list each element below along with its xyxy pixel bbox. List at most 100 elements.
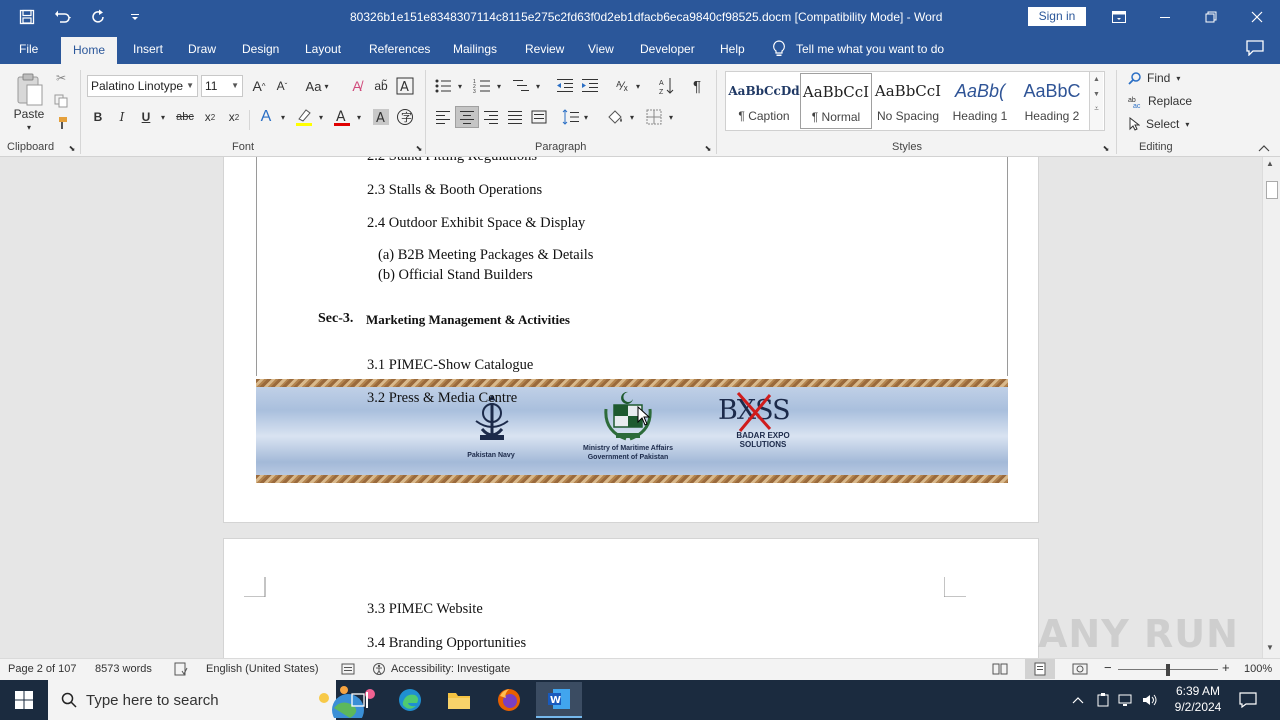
numbering-dropdown-icon[interactable]: ▾: [494, 75, 504, 97]
language[interactable]: English (United States): [206, 663, 319, 675]
macro-recording-icon[interactable]: [341, 662, 355, 679]
undo-icon[interactable]: [50, 4, 76, 30]
scroll-up-icon[interactable]: ▲: [1266, 159, 1274, 168]
volume-icon[interactable]: [1139, 684, 1161, 716]
styles-more-icon[interactable]: ⩡: [1090, 104, 1103, 114]
justify-icon[interactable]: [504, 106, 526, 128]
shading-dropdown-icon[interactable]: ▾: [627, 106, 637, 128]
align-center-icon[interactable]: [455, 106, 479, 128]
document-page[interactable]: 2.2 Stand Fitting Regulations 2.3 Stalls…: [223, 157, 1039, 523]
scroll-down-icon[interactable]: ▼: [1266, 643, 1274, 652]
find-button[interactable]: Find ▾: [1128, 71, 1180, 85]
zoom-out-icon[interactable]: −: [1104, 660, 1112, 675]
line-spacing-icon[interactable]: [560, 106, 582, 128]
styles-scroll-down-icon[interactable]: ▼: [1090, 91, 1103, 98]
zoom-in-icon[interactable]: +: [1222, 660, 1230, 675]
read-mode-icon[interactable]: [992, 662, 1008, 679]
style-no-spacing[interactable]: AaBbCcI No Spacing: [872, 73, 944, 129]
word-taskbar-icon[interactable]: W: [536, 682, 582, 718]
font-name-combo[interactable]: Palatino Linotype ▼: [87, 75, 198, 97]
file-explorer-icon[interactable]: [439, 684, 479, 716]
replace-button[interactable]: ab ac Replace: [1128, 94, 1192, 108]
paste-icon[interactable]: [12, 70, 48, 110]
tab-draw[interactable]: Draw: [182, 34, 222, 64]
decrease-indent-icon[interactable]: [554, 75, 576, 97]
show-hidden-icons-icon[interactable]: [1068, 684, 1088, 716]
show-formatting-marks-icon[interactable]: ¶: [686, 75, 708, 97]
comments-icon[interactable]: [1246, 40, 1264, 59]
multilevel-list-icon[interactable]: [510, 75, 532, 97]
character-border-icon[interactable]: A: [394, 75, 416, 97]
print-layout-icon[interactable]: [1025, 659, 1055, 679]
vertical-scrollbar[interactable]: ▲ ▼: [1262, 157, 1280, 658]
notifications-icon[interactable]: [1232, 684, 1264, 716]
tab-references[interactable]: References: [363, 34, 436, 64]
highlight-color-icon[interactable]: [292, 106, 316, 128]
multilevel-dropdown-icon[interactable]: ▾: [533, 75, 543, 97]
asian-layout-dropdown-icon[interactable]: ▾: [633, 75, 643, 97]
windows-start-icon[interactable]: [4, 684, 44, 716]
accessibility-status[interactable]: Accessibility: Investigate: [391, 663, 510, 675]
customize-qat-icon[interactable]: [122, 4, 148, 30]
shrink-font-icon[interactable]: Aˇ: [272, 75, 292, 97]
restore-icon[interactable]: [1188, 0, 1234, 34]
highlight-dropdown-icon[interactable]: ▾: [316, 106, 326, 128]
edge-browser-icon[interactable]: [390, 684, 430, 716]
strikethrough-icon[interactable]: abc: [174, 106, 196, 128]
paragraph-launcher-icon[interactable]: ⬊: [703, 143, 713, 153]
bold-icon[interactable]: B: [88, 106, 108, 128]
accessibility-icon[interactable]: [372, 662, 386, 679]
taskbar-search-box[interactable]: Type here to search: [48, 680, 375, 720]
style-heading-2[interactable]: AaBbC Heading 2: [1016, 73, 1088, 129]
close-icon[interactable]: [1234, 0, 1280, 34]
borders-dropdown-icon[interactable]: ▾: [666, 106, 676, 128]
enclose-characters-icon[interactable]: 字: [394, 106, 416, 128]
text-effects-dropdown-icon[interactable]: ▾: [278, 106, 288, 128]
select-button[interactable]: Select ▾: [1128, 117, 1189, 131]
network-icon[interactable]: [1115, 684, 1137, 716]
clipboard-launcher-icon[interactable]: ⬊: [67, 143, 77, 153]
format-painter-icon[interactable]: [52, 115, 70, 131]
zoom-level[interactable]: 100%: [1244, 663, 1272, 675]
asian-layout-icon[interactable]: ᴬ⁄ₓ: [610, 75, 634, 97]
align-right-icon[interactable]: [480, 106, 502, 128]
document-page-2[interactable]: 3.3 PIMEC Website 3.4 Branding Opportuni…: [223, 538, 1039, 658]
sort-icon[interactable]: AZ: [656, 75, 678, 97]
task-view-icon[interactable]: [340, 684, 380, 716]
security-tray-icon[interactable]: [1092, 684, 1114, 716]
tell-me-box[interactable]: Tell me what you want to do: [772, 34, 944, 64]
ribbon-display-options-icon[interactable]: [1096, 0, 1142, 34]
shading-icon[interactable]: [604, 106, 626, 128]
document-canvas[interactable]: 2.2 Stand Fitting Regulations 2.3 Stalls…: [0, 157, 1262, 658]
distributed-icon[interactable]: [528, 106, 550, 128]
tab-help[interactable]: Help: [714, 34, 751, 64]
web-layout-icon[interactable]: [1072, 662, 1088, 679]
grow-font-icon[interactable]: A ^: [249, 75, 269, 97]
styles-launcher-icon[interactable]: ⬊: [1101, 143, 1111, 153]
underline-icon[interactable]: U: [136, 106, 156, 128]
tab-file[interactable]: File: [13, 34, 44, 64]
paste-dropdown-icon[interactable]: ▾: [22, 122, 36, 132]
bullets-icon[interactable]: [432, 75, 454, 97]
tab-review[interactable]: Review: [519, 34, 570, 64]
tab-insert[interactable]: Insert: [127, 34, 169, 64]
line-spacing-dropdown-icon[interactable]: ▾: [581, 106, 591, 128]
tab-home[interactable]: Home: [61, 37, 118, 64]
underline-dropdown-icon[interactable]: ▾: [158, 106, 168, 128]
tab-mailings[interactable]: Mailings: [447, 34, 503, 64]
text-effects-icon[interactable]: A: [254, 106, 278, 128]
tab-view[interactable]: View: [582, 34, 620, 64]
zoom-slider-thumb[interactable]: [1166, 664, 1170, 676]
copy-icon[interactable]: [52, 93, 70, 109]
tab-layout[interactable]: Layout: [299, 34, 347, 64]
system-clock[interactable]: 6:39 AM 9/2/2024: [1168, 683, 1228, 715]
minimize-icon[interactable]: [1142, 0, 1188, 34]
increase-indent-icon[interactable]: [579, 75, 601, 97]
proofing-icon[interactable]: [174, 662, 188, 679]
word-count[interactable]: 8573 words: [95, 663, 152, 675]
tab-design[interactable]: Design: [236, 34, 285, 64]
font-size-combo[interactable]: 11 ▼: [201, 75, 243, 97]
numbering-icon[interactable]: 123: [471, 75, 493, 97]
font-color-dropdown-icon[interactable]: ▾: [354, 106, 364, 128]
sign-in-button[interactable]: Sign in: [1028, 7, 1086, 26]
